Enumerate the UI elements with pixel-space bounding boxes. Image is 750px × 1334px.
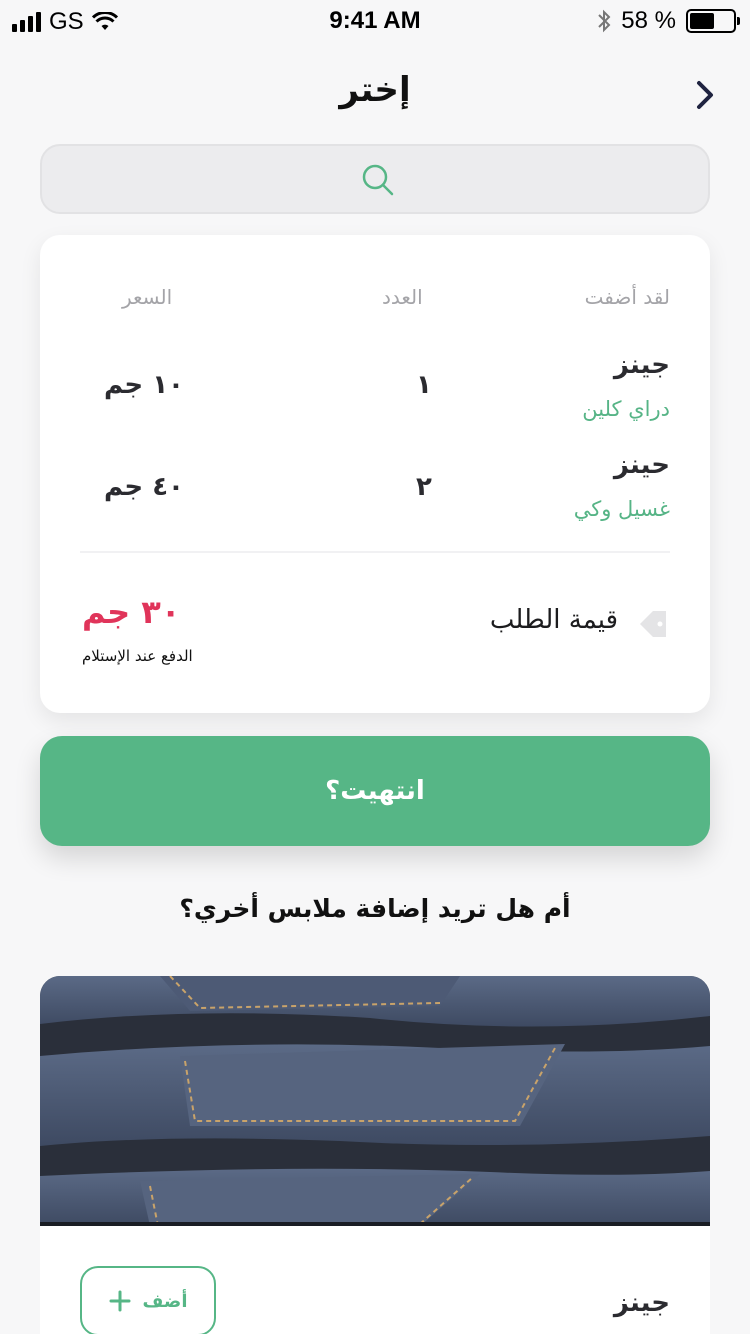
order-item-service: غسيل وكي <box>573 497 670 521</box>
header-added: لقد أضفت <box>584 285 670 309</box>
chevron-right-icon[interactable] <box>690 78 720 112</box>
header-count: العدد <box>382 285 423 309</box>
page-title: إختر <box>339 70 411 110</box>
plus-icon <box>109 1290 130 1312</box>
jeans-photo <box>40 976 710 1226</box>
order-item-price: ٤٠ جم <box>104 472 184 502</box>
order-summary-card: لقد أضفت العدد السعر جينز دراي كلين ١ ١٠… <box>40 235 710 713</box>
divider <box>80 551 670 553</box>
order-item-name: حينز <box>613 450 670 480</box>
add-button[interactable]: أضف <box>80 1266 216 1334</box>
product-card: جينز أضف <box>40 976 710 1334</box>
battery-level <box>690 13 715 29</box>
tag-icon <box>640 611 666 637</box>
product-name: جينز <box>613 1288 670 1318</box>
order-total-label: قيمة الطلب <box>489 605 618 635</box>
order-item-price: ١٠ جم <box>104 370 184 400</box>
status-bar: GS 9:41 AM 58 % <box>0 0 750 40</box>
wifi-icon <box>91 12 118 30</box>
add-button-label: أضف <box>142 1290 188 1312</box>
order-item-name: جينز <box>613 350 670 380</box>
signal-icon <box>12 12 41 32</box>
add-more-question: أم هل تريد إضافة ملابس أخري؟ <box>179 894 571 923</box>
search-bar[interactable] <box>40 144 710 214</box>
status-right: 58 % <box>597 7 740 35</box>
order-item-service: دراي كلين <box>582 397 670 421</box>
bluetooth-icon <box>598 9 611 33</box>
order-item-count: ٢ <box>416 472 432 502</box>
battery-percent: 58 % <box>621 7 676 34</box>
search-icon <box>362 164 394 196</box>
battery-icon <box>686 9 740 33</box>
done-button[interactable]: انتهيت؟ <box>40 736 710 846</box>
payment-note: الدفع عند الإستلام <box>82 647 193 665</box>
carrier-label: GS <box>49 8 84 35</box>
status-left: GS <box>12 8 118 36</box>
order-item-count: ١ <box>416 370 432 400</box>
header-price: السعر <box>122 285 173 309</box>
order-total-value: ٣٠ جم <box>82 593 181 631</box>
